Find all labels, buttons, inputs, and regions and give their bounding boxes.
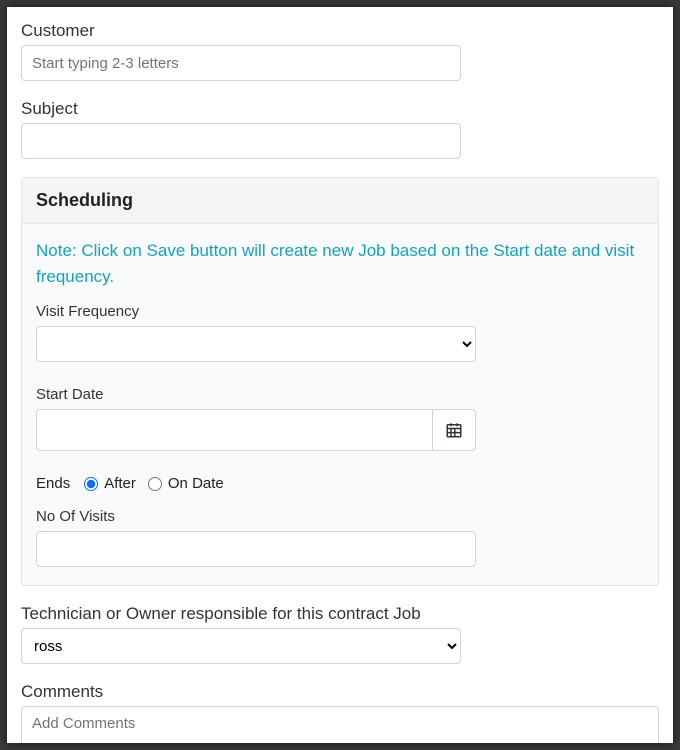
comments-textarea[interactable]: [21, 706, 659, 743]
ends-after-radio[interactable]: [84, 477, 98, 491]
customer-input[interactable]: [21, 45, 461, 81]
calendar-icon: [445, 421, 463, 439]
no-of-visits-input[interactable]: [36, 531, 476, 567]
customer-label: Customer: [21, 21, 659, 41]
scheduling-title: Scheduling: [22, 178, 658, 224]
subject-input[interactable]: [21, 123, 461, 159]
start-date-label: Start Date: [36, 386, 644, 403]
start-date-picker-button[interactable]: [432, 409, 476, 451]
comments-label: Comments: [21, 682, 659, 702]
no-of-visits-label: No Of Visits: [36, 508, 644, 525]
ends-on-date-radio[interactable]: [148, 477, 162, 491]
scheduling-panel: Scheduling Note: Click on Save button wi…: [21, 177, 659, 586]
subject-label: Subject: [21, 99, 659, 119]
technician-label: Technician or Owner responsible for this…: [21, 604, 659, 624]
start-date-input[interactable]: [36, 409, 432, 451]
visit-frequency-select[interactable]: [36, 326, 476, 362]
technician-select[interactable]: ross: [21, 628, 461, 664]
ends-label: Ends: [36, 475, 70, 492]
ends-after-label: After: [104, 475, 136, 492]
ends-on-date-label: On Date: [168, 475, 224, 492]
scheduling-note: Note: Click on Save button will create n…: [36, 238, 644, 289]
visit-frequency-label: Visit Frequency: [36, 303, 644, 320]
